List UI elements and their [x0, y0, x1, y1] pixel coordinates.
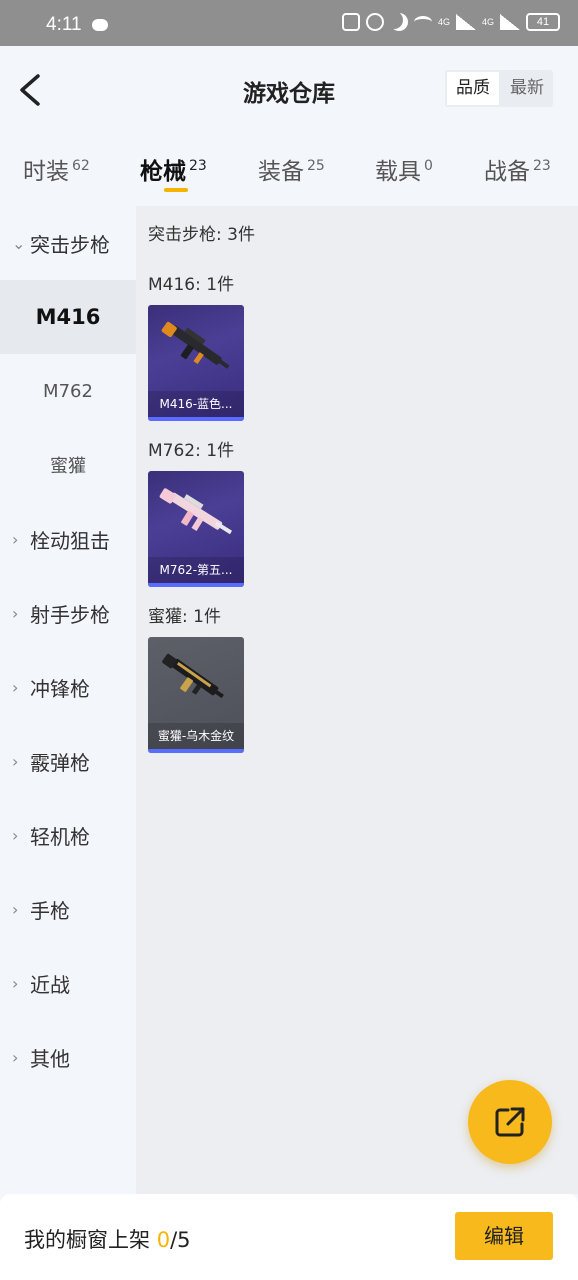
item-card-m416[interactable]: M416-蓝色...: [148, 305, 244, 421]
tab-count: 25: [307, 158, 325, 175]
showcase-total: /5: [170, 1228, 191, 1252]
category-summary: 突击步枪: 3件: [148, 225, 255, 245]
network-type-1: 4G: [437, 17, 450, 27]
alarm-icon: [365, 13, 384, 31]
category-tabs: 时装 62 枪械 23 装备 25 载具 0 战备 23: [0, 140, 578, 206]
tab-count: 23: [189, 158, 207, 175]
inventory-content: 突击步枪: 3件 M416: 1件 M416-蓝色... M762: 1件 M7…: [136, 206, 578, 1194]
share-fab[interactable]: [468, 1080, 552, 1164]
item-card-honey-badger[interactable]: 蜜獾-乌木金纹: [148, 637, 244, 753]
rarity-bar: [148, 749, 244, 753]
sidebar-subitem-honey-badger[interactable]: 蜜獾: [0, 428, 136, 502]
do-not-disturb-icon: [390, 13, 408, 31]
tab-count: 0: [424, 158, 433, 175]
showcase-status: 我的橱窗上架 0/5: [24, 1224, 191, 1254]
chevron-right-icon: ›: [12, 1047, 19, 1067]
tab-count: 62: [72, 158, 90, 175]
sidebar-group-lmg[interactable]: › 轻机枪: [0, 798, 136, 872]
rarity-bar: [148, 583, 244, 587]
tab-label: 枪械: [140, 159, 186, 185]
section-title-honey-badger: 蜜獾: 1件: [148, 607, 221, 627]
sidebar-group-other[interactable]: › 其他: [0, 1020, 136, 1094]
sort-toggle: 品质 最新: [445, 70, 553, 107]
bottom-bar: 我的橱窗上架 0/5 编辑: [0, 1194, 578, 1280]
tab-count: 23: [533, 158, 551, 175]
battery-icon: 41: [526, 13, 560, 31]
status-icons: 4G 4G 41: [341, 13, 560, 31]
item-card-label: M762-第五...: [148, 557, 244, 583]
edit-button[interactable]: 编辑: [455, 1212, 553, 1260]
chevron-right-icon: ›: [12, 677, 19, 697]
sidebar-item-label: M416: [35, 305, 101, 329]
chevron-right-icon: ›: [12, 825, 19, 845]
sidebar-item-label: M762: [43, 380, 93, 402]
sidebar-item-label: 手枪: [30, 898, 70, 923]
tab-vehicles[interactable]: 载具 0: [375, 152, 433, 186]
chevron-down-icon: ⌄: [12, 233, 26, 253]
tab-equipment[interactable]: 装备 25: [258, 152, 325, 186]
sidebar-item-label: 轻机枪: [30, 824, 90, 849]
signal-icon: [455, 14, 476, 30]
showcase-label: 我的橱窗上架: [24, 1228, 150, 1252]
sidebar-group-smg[interactable]: › 冲锋枪: [0, 650, 136, 724]
chevron-right-icon: ›: [12, 603, 19, 623]
sidebar-item-label: 蜜獾: [50, 456, 86, 477]
section-title-m416: M416: 1件: [148, 275, 235, 295]
sidebar-item-label: 突击步枪: [30, 232, 110, 257]
item-card-label: 蜜獾-乌木金纹: [148, 723, 244, 749]
network-type-2: 4G: [481, 17, 494, 27]
tab-fashion[interactable]: 时装 62: [23, 152, 90, 186]
sidebar-item-label: 其他: [30, 1046, 70, 1071]
sidebar-group-bolt-sniper[interactable]: › 栓动狙击: [0, 502, 136, 576]
sidebar-item-label: 栓动狙击: [30, 528, 110, 553]
sidebar-subitem-m762[interactable]: M762: [0, 354, 136, 428]
sidebar-group-pistol[interactable]: › 手枪: [0, 872, 136, 946]
item-card-label: M416-蓝色...: [148, 391, 244, 417]
chevron-right-icon: ›: [12, 899, 19, 919]
sidebar-item-label: 射手步枪: [30, 602, 110, 627]
chevron-right-icon: ›: [12, 529, 19, 549]
tab-label: 载具: [375, 159, 421, 185]
showcase-count: 0: [156, 1228, 171, 1252]
sidebar-group-assault-rifle[interactable]: ⌄ 突击步枪: [0, 206, 136, 280]
header: 游戏仓库 品质 最新: [0, 46, 578, 132]
rifle-honey-badger-image: [162, 653, 224, 699]
chevron-right-icon: ›: [12, 751, 19, 771]
chevron-right-icon: ›: [12, 973, 19, 993]
tab-label: 时装: [23, 159, 69, 185]
sort-newest-option[interactable]: 最新: [501, 70, 553, 107]
tab-label: 装备: [258, 159, 304, 185]
sidebar-group-shotgun[interactable]: › 霰弹枪: [0, 724, 136, 798]
active-tab-indicator: [164, 188, 188, 192]
wifi-icon: [413, 16, 432, 28]
tab-supplies[interactable]: 战备 23: [484, 152, 551, 186]
nfc-icon: [341, 13, 360, 31]
sidebar-group-marksman-rifle[interactable]: › 射手步枪: [0, 576, 136, 650]
rifle-m762-image: [159, 488, 233, 535]
tab-label: 战备: [484, 159, 530, 185]
tab-firearms[interactable]: 枪械 23: [140, 152, 207, 186]
status-time: 4:11: [46, 14, 82, 35]
sidebar-item-label: 霰弹枪: [30, 750, 90, 775]
sidebar-subitem-m416[interactable]: M416: [0, 280, 136, 354]
sort-quality-option[interactable]: 品质: [447, 72, 499, 105]
wechat-notification-icon: [92, 19, 108, 31]
rarity-bar: [148, 417, 244, 421]
sidebar-group-melee[interactable]: › 近战: [0, 946, 136, 1020]
section-title-m762: M762: 1件: [148, 441, 235, 461]
sidebar-item-label: 冲锋枪: [30, 676, 90, 701]
sidebar: ⌄ 突击步枪 M416 M762 蜜獾 › 栓动狙击 › 射手步枪 › 冲锋枪 …: [0, 206, 136, 1194]
signal-icon-2: [500, 14, 520, 30]
rifle-m416-image: [161, 321, 230, 369]
item-card-m762[interactable]: M762-第五...: [148, 471, 244, 587]
sidebar-item-label: 近战: [30, 972, 70, 997]
share-external-icon: [495, 1107, 525, 1137]
status-bar: 4:11 4G 4G 41: [0, 0, 578, 46]
